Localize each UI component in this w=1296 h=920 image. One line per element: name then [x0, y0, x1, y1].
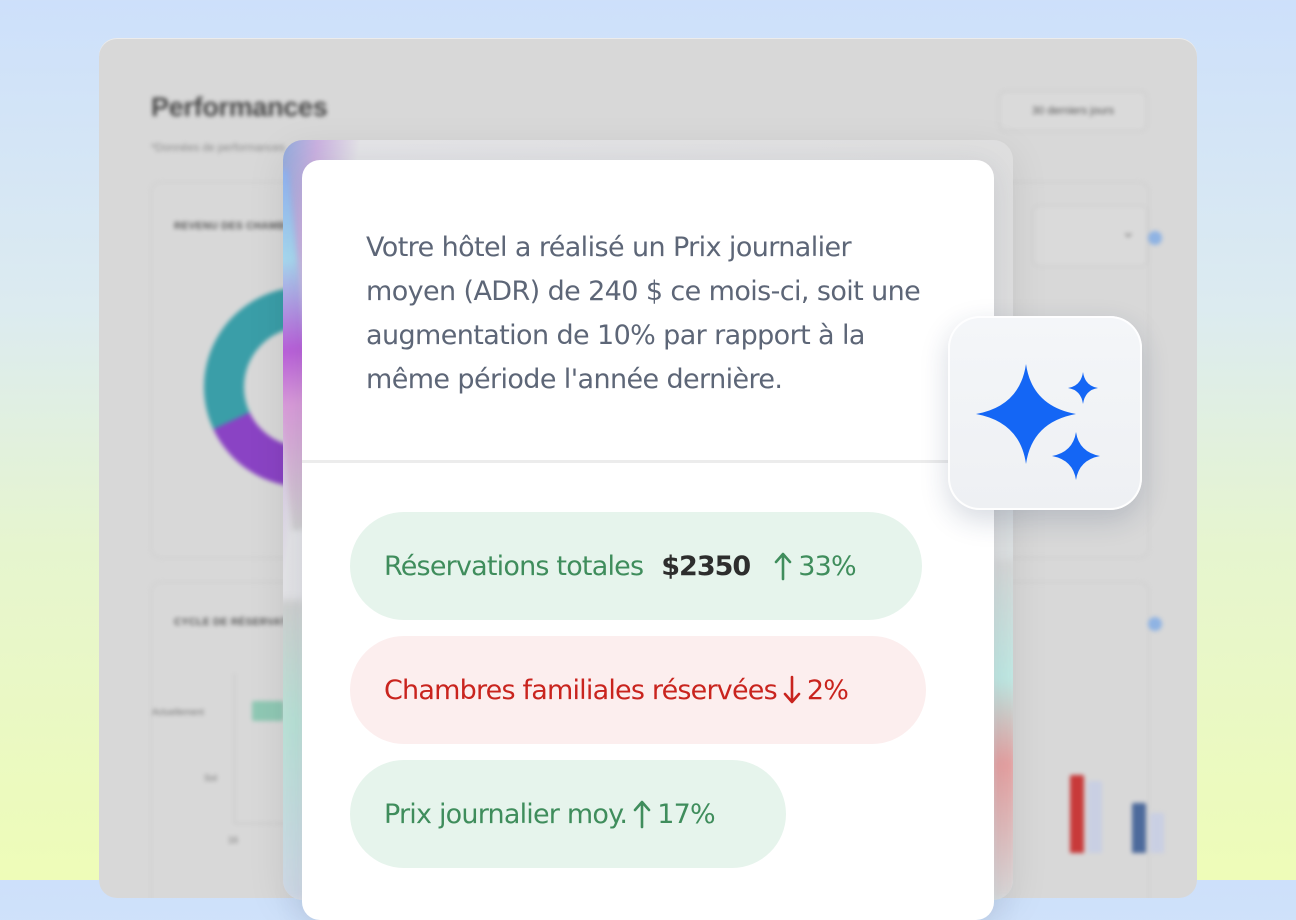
metric-value: $2350: [661, 550, 751, 582]
metric-delta-value: 33%: [798, 550, 856, 582]
chart-bar: [1132, 803, 1146, 853]
metric-average-daily-rate[interactable]: Prix journalier moy. 17%: [350, 760, 786, 868]
info-icon[interactable]: [1148, 617, 1162, 631]
insight-card: Votre hôtel a réalisé un Prix journalier…: [302, 160, 994, 920]
metric-delta: 2%: [783, 674, 849, 706]
metric-label: Chambres familiales réservées: [384, 674, 778, 706]
metric-label: Prix journalier moy.: [384, 798, 628, 830]
metric-delta-value: 17%: [657, 798, 715, 830]
ytick-label: Actuellement: [152, 707, 205, 717]
metric-delta: 33%: [774, 550, 857, 582]
chart-bar: [1088, 781, 1102, 853]
insight-summary: Votre hôtel a réalisé un Prix journalier…: [366, 232, 921, 395]
chart-bar: [1070, 775, 1084, 853]
chevron-down-icon: ⌄: [1121, 224, 1135, 241]
chart-axis: [234, 673, 235, 823]
sparkles-icon: [970, 336, 1120, 491]
date-range-button[interactable]: 30 derniers jours: [999, 91, 1147, 131]
card-divider: [302, 460, 994, 463]
arrow-up-icon: [633, 799, 651, 829]
page-title: Performances: [151, 92, 328, 122]
info-icon[interactable]: [1148, 231, 1162, 245]
revenue-filter-select[interactable]: ⌄: [1032, 205, 1148, 267]
arrow-down-icon: [783, 675, 801, 705]
gradient-streak: [991, 560, 1013, 900]
arrow-up-icon: [774, 551, 792, 581]
metric-label: Réservations totales: [384, 550, 644, 582]
metric-delta: 17%: [633, 798, 716, 830]
ytick-label: Sol: [204, 773, 218, 783]
metric-total-bookings[interactable]: Réservations totales $2350 33%: [350, 512, 922, 620]
chart-bar: [252, 701, 284, 721]
page-subtitle: *Données de performances: [151, 142, 285, 154]
ai-insights-badge[interactable]: [948, 316, 1142, 510]
ytick-label: 16: [228, 835, 239, 845]
metric-family-rooms[interactable]: Chambres familiales réservées 2%: [350, 636, 926, 744]
chart-bar: [1150, 813, 1164, 853]
metric-delta-value: 2%: [806, 674, 849, 706]
